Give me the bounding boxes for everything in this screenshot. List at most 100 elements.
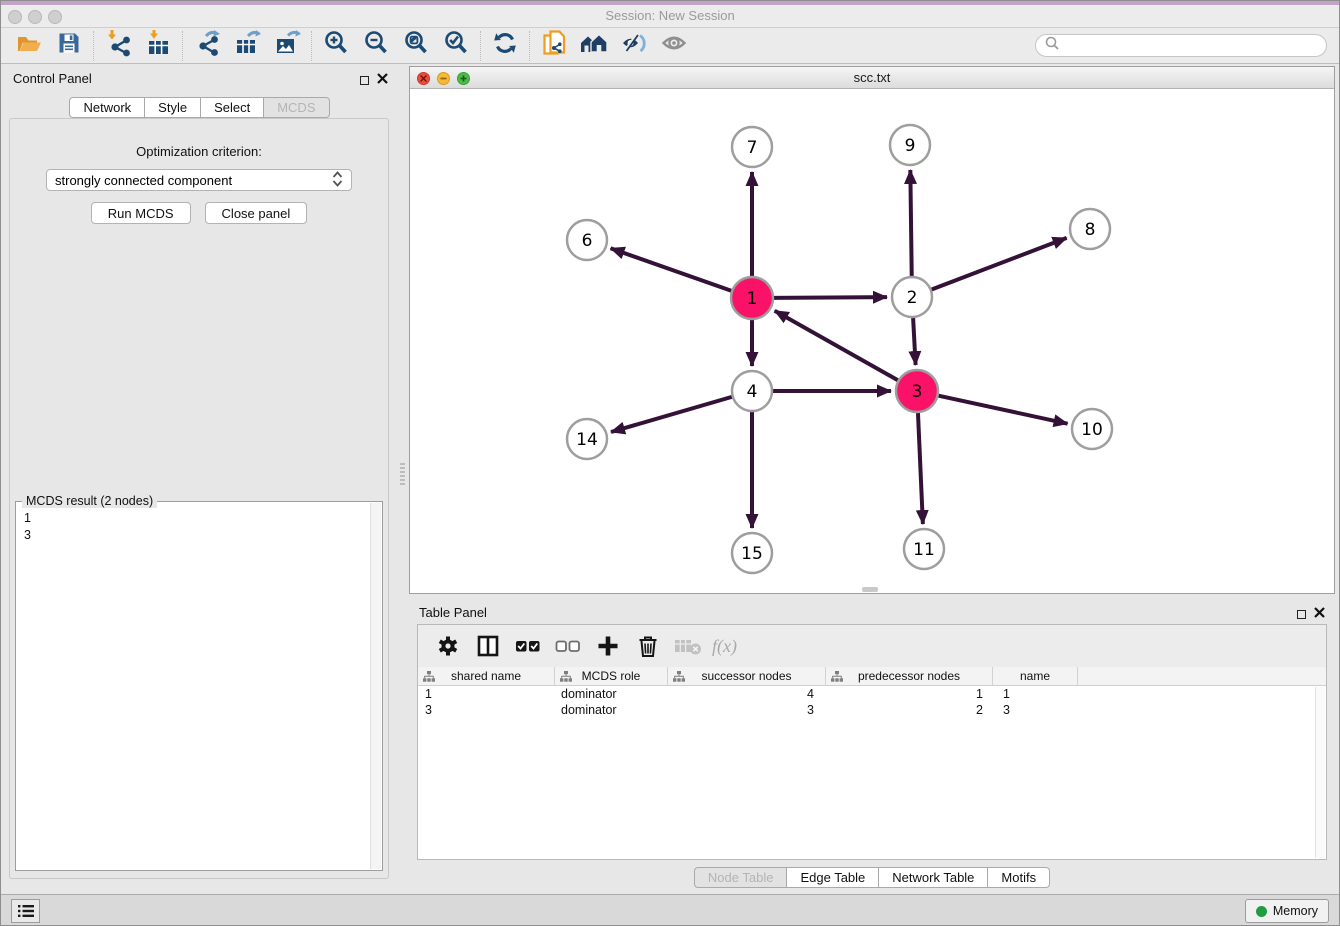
tab-motifs[interactable]: Motifs xyxy=(988,867,1050,888)
deselect-all-columns-button[interactable] xyxy=(550,629,586,663)
search-field-container xyxy=(1035,34,1327,57)
graph-node-label: 11 xyxy=(913,540,935,560)
column-header-predecessor-nodes[interactable]: predecessor nodes xyxy=(826,667,993,685)
graph-edge-1-6[interactable] xyxy=(611,248,732,290)
table-scrollbar[interactable] xyxy=(1315,687,1325,858)
graph-node-label: 9 xyxy=(905,136,916,156)
refresh-view-button[interactable] xyxy=(485,30,525,62)
export-image-button[interactable] xyxy=(267,30,307,62)
show-columns-button[interactable] xyxy=(470,629,506,663)
graph-node-label: 2 xyxy=(907,288,918,308)
network-canvas[interactable]: 7968124314101511 xyxy=(410,89,1334,593)
hide-selected-button[interactable] xyxy=(614,30,654,62)
graph-edge-3-11[interactable] xyxy=(918,413,923,524)
window-titlebar[interactable]: Session: New Session xyxy=(1,5,1339,28)
home-icon xyxy=(579,31,609,60)
column-header-name[interactable]: name xyxy=(993,667,1078,685)
import-network-button[interactable] xyxy=(98,30,138,62)
zoom-in-icon xyxy=(323,30,349,61)
tab-edge-table[interactable]: Edge Table xyxy=(787,867,879,888)
zoom-out-button[interactable] xyxy=(356,30,396,62)
main-toolbar xyxy=(1,28,1339,64)
column-type-icon xyxy=(831,671,843,685)
column-header-mcds-role[interactable]: MCDS role xyxy=(555,667,668,685)
tab-network[interactable]: Network xyxy=(69,97,145,118)
table-row[interactable]: 1dominator411 xyxy=(418,686,1326,702)
tab-mcds[interactable]: MCDS xyxy=(264,97,329,118)
control-panel: Control Panel Network Style Select MCDS … xyxy=(1,64,398,894)
create-column-button[interactable] xyxy=(590,629,626,663)
close-panel-icon[interactable] xyxy=(1314,605,1325,623)
export-network-button[interactable] xyxy=(187,30,227,62)
column-header-shared-name[interactable]: shared name xyxy=(418,667,555,685)
graph-node-label: 6 xyxy=(582,231,593,251)
columns-icon xyxy=(476,634,500,658)
search-input[interactable] xyxy=(1060,37,1326,55)
memory-status-icon xyxy=(1256,906,1267,917)
gear-icon xyxy=(436,634,460,658)
tab-select[interactable]: Select xyxy=(201,97,264,118)
network-graph: 7968124314101511 xyxy=(410,89,1334,594)
column-header-successor-nodes[interactable]: successor nodes xyxy=(668,667,826,685)
delete-table-button[interactable] xyxy=(670,629,706,663)
select-all-columns-button[interactable] xyxy=(510,629,546,663)
clone-network-button[interactable] xyxy=(534,30,574,62)
network-hscrollbar-thumb[interactable] xyxy=(862,587,878,592)
mcds-result-line: 1 xyxy=(24,510,362,527)
graph-edge-2-8[interactable] xyxy=(932,238,1067,290)
graph-edge-4-14[interactable] xyxy=(611,397,732,432)
zoom-fit-button[interactable] xyxy=(396,30,436,62)
close-panel-button[interactable]: Close panel xyxy=(205,202,308,224)
table-cell: 1 xyxy=(418,686,555,702)
delete-column-button[interactable] xyxy=(630,629,666,663)
network-frame-titlebar[interactable]: scc.txt xyxy=(410,67,1334,89)
table-row[interactable]: 3dominator323 xyxy=(418,702,1326,718)
node-table-container: f(x) shared name MCDS role successor nod… xyxy=(417,624,1327,860)
table-body: 1dominator4113dominator323 xyxy=(418,686,1326,718)
zoom-fit-icon xyxy=(403,30,429,61)
float-panel-icon[interactable] xyxy=(360,76,369,85)
status-bar: Memory xyxy=(1,894,1339,926)
splitter-grip[interactable] xyxy=(400,463,405,485)
float-panel-icon[interactable] xyxy=(1297,610,1306,619)
result-scrollbar[interactable] xyxy=(370,503,381,869)
run-mcds-button[interactable]: Run MCDS xyxy=(91,202,191,224)
table-cell: 2 xyxy=(826,702,993,718)
plus-icon xyxy=(596,634,620,658)
show-all-button[interactable] xyxy=(654,30,694,62)
mcds-result-text[interactable]: 13 xyxy=(16,504,370,870)
delete-table-icon xyxy=(674,636,702,656)
zoom-selected-button[interactable] xyxy=(436,30,476,62)
table-settings-button[interactable] xyxy=(430,629,466,663)
graph-node-label: 14 xyxy=(576,430,598,450)
clone-network-icon xyxy=(541,29,568,63)
task-history-button[interactable] xyxy=(11,899,40,923)
graph-node-label: 15 xyxy=(741,544,763,564)
tab-network-table[interactable]: Network Table xyxy=(879,867,988,888)
close-panel-icon[interactable] xyxy=(377,71,388,89)
select-stepper-icon xyxy=(332,171,343,190)
deselect-all-icon xyxy=(555,637,581,655)
tab-style[interactable]: Style xyxy=(145,97,201,118)
function-builder-button[interactable]: f(x) xyxy=(712,636,737,657)
graph-edge-2-9[interactable] xyxy=(910,170,911,276)
import-table-button[interactable] xyxy=(138,30,178,62)
optimization-criterion-select[interactable]: strongly connected component xyxy=(46,169,352,191)
table-cell: 1 xyxy=(993,686,1078,702)
search-icon xyxy=(1044,35,1060,56)
memory-button[interactable]: Memory xyxy=(1245,899,1329,923)
graph-edge-1-2[interactable] xyxy=(774,297,887,298)
graph-edge-3-1[interactable] xyxy=(775,311,898,380)
table-cell: 1 xyxy=(826,686,993,702)
open-session-button[interactable] xyxy=(9,30,49,62)
select-all-icon xyxy=(515,637,541,655)
table-header-row: shared name MCDS role successor nodes pr… xyxy=(418,667,1326,686)
home-view-button[interactable] xyxy=(574,30,614,62)
mcds-result-line: 3 xyxy=(24,527,362,544)
export-table-button[interactable] xyxy=(227,30,267,62)
save-session-button[interactable] xyxy=(49,30,89,62)
graph-edge-2-3[interactable] xyxy=(913,318,916,365)
tab-node-table[interactable]: Node Table xyxy=(694,867,788,888)
graph-edge-3-10[interactable] xyxy=(938,396,1067,424)
zoom-in-button[interactable] xyxy=(316,30,356,62)
